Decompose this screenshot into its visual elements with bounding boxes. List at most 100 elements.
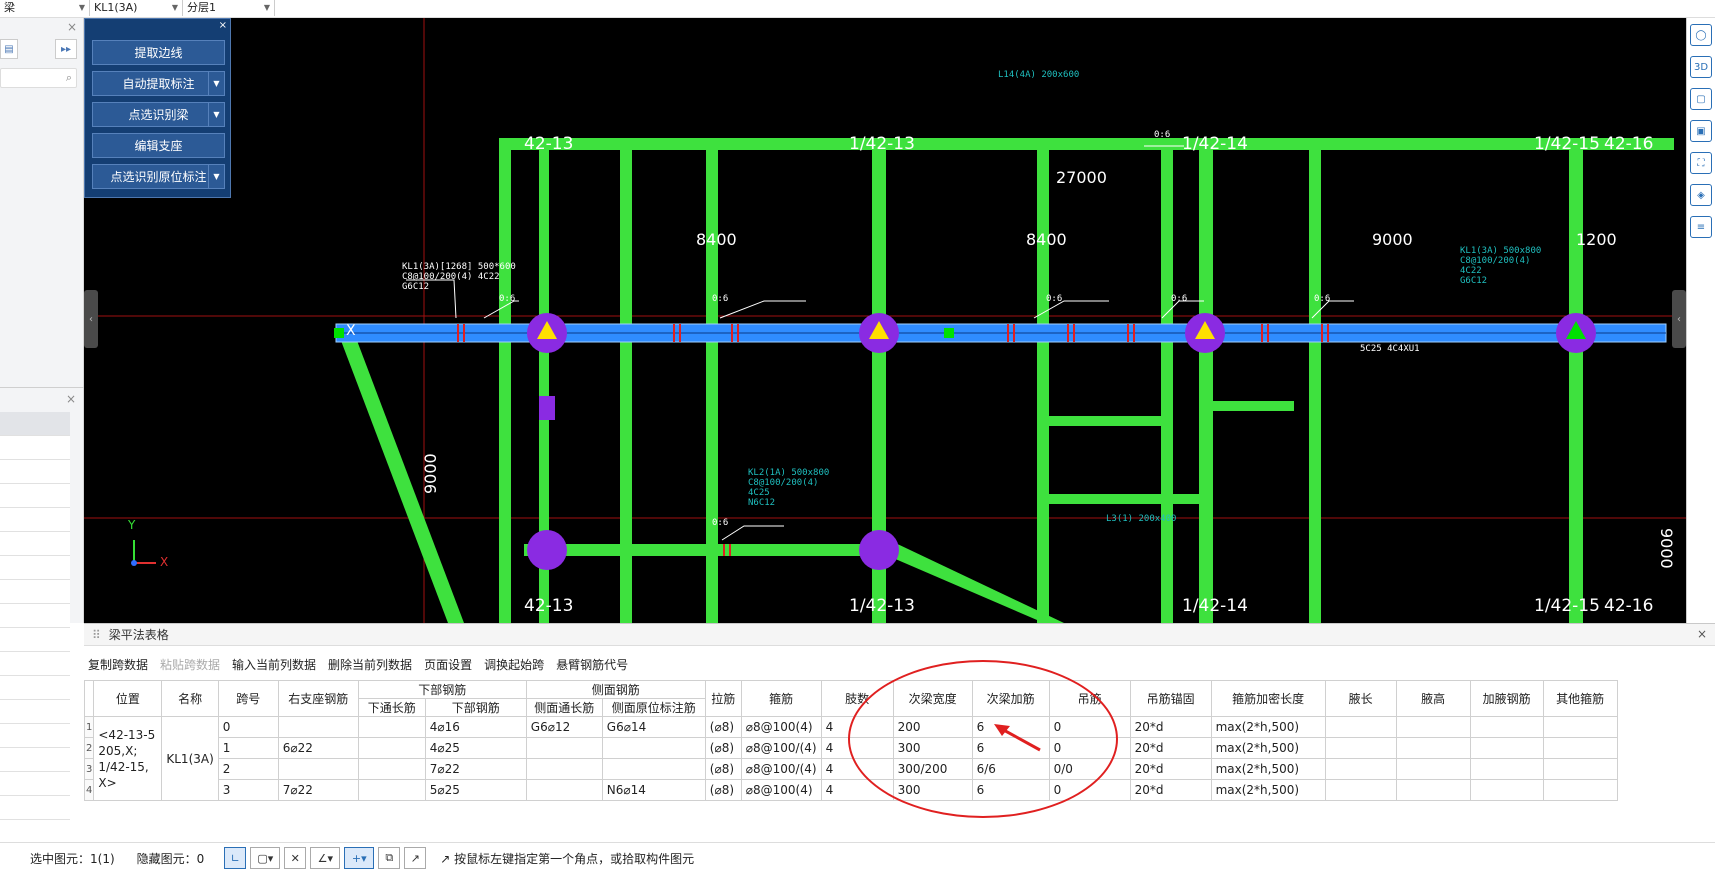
expand-right-icon[interactable]: ‹: [1672, 290, 1686, 348]
cell-dense-length[interactable]: max(2*h,500): [1210, 758, 1326, 780]
cell-span[interactable]: 1: [217, 737, 279, 759]
cell-haunch-rebar[interactable]: [1469, 758, 1544, 780]
property-row[interactable]: [0, 580, 70, 604]
close-icon[interactable]: ×: [67, 20, 77, 34]
dropdown-arrow-icon[interactable]: ▼: [208, 72, 224, 95]
pick-identify-beam-button[interactable]: 点选识别梁 ▼: [92, 102, 225, 127]
delete-column-data-button[interactable]: 删除当前列数据: [328, 656, 412, 673]
input-column-data-button[interactable]: 输入当前列数据: [232, 656, 316, 673]
cell-haunch-rebar[interactable]: [1469, 716, 1544, 738]
property-row[interactable]: [0, 412, 70, 436]
element-type-select[interactable]: 梁 ▼: [0, 0, 90, 16]
table-row[interactable]: 3 2 7⌀22 (⌀8) ⌀8@100/(4) 4 300/200 6/6 0…: [83, 758, 1618, 780]
property-row[interactable]: [0, 748, 70, 772]
cell-hanger-anchor[interactable]: 20*d: [1129, 737, 1212, 759]
cell-stirrup[interactable]: ⌀8@100/(4): [740, 758, 822, 780]
cell-position[interactable]: <42-13-5 205,X; 1/42-15, X>: [93, 716, 163, 801]
cell-haunch-length[interactable]: [1324, 758, 1397, 780]
expand-icon[interactable]: ▸▸: [55, 39, 77, 59]
cell-legs[interactable]: 4: [820, 737, 894, 759]
property-row[interactable]: [0, 532, 70, 556]
dropdown-arrow-icon[interactable]: ▼: [208, 103, 224, 126]
cantilever-rebar-code-button[interactable]: 悬臂钢筋代号: [556, 656, 628, 673]
property-row[interactable]: [0, 724, 70, 748]
cell-dense-length[interactable]: max(2*h,500): [1210, 737, 1326, 759]
element-name-select[interactable]: KL1(3A) ▼: [90, 0, 183, 16]
cell-hanger-anchor[interactable]: 20*d: [1129, 758, 1212, 780]
cell-sec-width[interactable]: 200: [892, 716, 973, 738]
cross-select-icon[interactable]: ✕: [284, 847, 307, 869]
fit-view-icon[interactable]: ⛶: [1690, 152, 1712, 174]
table-row[interactable]: 4 3 7⌀22 5⌀25 N6⌀14 (⌀8) ⌀8@100(4) 4 300…: [83, 779, 1618, 801]
expand-left-icon[interactable]: ‹: [84, 290, 98, 348]
property-row[interactable]: [0, 676, 70, 700]
cell-haunch-length[interactable]: [1324, 779, 1397, 801]
cell-stirrup[interactable]: ⌀8@100(4): [740, 779, 822, 801]
cell-bottom-rebar[interactable]: 7⌀22: [424, 758, 527, 780]
cell-sec-add[interactable]: 6/6: [971, 758, 1050, 780]
cell-tie[interactable]: (⌀8): [704, 737, 742, 759]
cube-icon[interactable]: ▢: [1690, 88, 1712, 110]
cell-span[interactable]: 2: [217, 758, 279, 780]
table-row[interactable]: 2 1 6⌀22 4⌀25 (⌀8) ⌀8@100/(4) 4 300 6 0 …: [83, 737, 1618, 759]
close-icon[interactable]: ×: [66, 392, 76, 406]
cell-dense-length[interactable]: max(2*h,500): [1210, 716, 1326, 738]
cell-haunch-height[interactable]: [1395, 737, 1471, 759]
pick-identify-original-annotation-button[interactable]: 点选识别原位标注 ▼: [92, 164, 225, 189]
cell-stirrup[interactable]: ⌀8@100/(4): [740, 737, 822, 759]
cell-legs[interactable]: 4: [820, 716, 894, 738]
cell-bottom-rebar[interactable]: 5⌀25: [424, 779, 527, 801]
angle-icon[interactable]: ∠▾: [310, 847, 341, 869]
property-view-icon[interactable]: ≡: [1690, 216, 1712, 238]
cell-hanger-anchor[interactable]: 20*d: [1129, 716, 1212, 738]
cell-name[interactable]: KL1(3A): [161, 716, 219, 801]
cell-haunch-rebar[interactable]: [1469, 737, 1544, 759]
table-row[interactable]: 1 <42-13-5 205,X; 1/42-15, X> KL1(3A) 0 …: [83, 716, 1618, 801]
cell-right-support[interactable]: [277, 716, 359, 738]
cell-tie[interactable]: (⌀8): [704, 779, 742, 801]
property-row[interactable]: [0, 556, 70, 580]
cell-span[interactable]: 3: [217, 779, 279, 801]
cell-other-stirrup[interactable]: [1542, 779, 1618, 801]
cell-haunch-height[interactable]: [1395, 779, 1471, 801]
cell-side-original[interactable]: G6⌀14: [601, 716, 706, 738]
property-row[interactable]: [0, 484, 70, 508]
cell-hanger[interactable]: 0: [1048, 779, 1131, 801]
cell-sec-add[interactable]: 6: [971, 779, 1050, 801]
cell-haunch-rebar[interactable]: [1469, 779, 1544, 801]
drag-handle-icon[interactable]: ⠿: [92, 628, 101, 642]
cell-side-original[interactable]: N6⌀14: [601, 779, 706, 801]
cell-span[interactable]: 0: [217, 716, 279, 738]
cell-sec-width[interactable]: 300: [892, 779, 973, 801]
cell-haunch-length[interactable]: [1324, 737, 1397, 759]
cell-dense-length[interactable]: max(2*h,500): [1210, 779, 1326, 801]
copy-icon[interactable]: ⧉: [378, 847, 401, 869]
cell-side-original[interactable]: [601, 737, 706, 759]
cell-side-through[interactable]: [525, 737, 603, 759]
cell-hanger[interactable]: 0: [1048, 716, 1131, 738]
property-row[interactable]: [0, 436, 70, 460]
cell-side-original[interactable]: [601, 758, 706, 780]
cell-haunch-length[interactable]: [1324, 716, 1397, 738]
cell-side-through[interactable]: [525, 779, 603, 801]
view-3d-icon[interactable]: 3D: [1690, 56, 1712, 78]
layer-tree-icon[interactable]: ▤: [0, 39, 18, 59]
cell-other-stirrup[interactable]: [1542, 758, 1618, 780]
property-row[interactable]: [0, 604, 70, 628]
cell-other-stirrup[interactable]: [1542, 716, 1618, 738]
property-row[interactable]: [0, 460, 70, 484]
cell-right-support[interactable]: 7⌀22: [277, 779, 359, 801]
cell-stirrup[interactable]: ⌀8@100(4): [740, 716, 822, 738]
search-input[interactable]: ⌕: [0, 68, 77, 88]
curve-icon[interactable]: ↗: [404, 847, 427, 869]
snap-icon[interactable]: +▾: [344, 847, 375, 869]
dropdown-arrow-icon[interactable]: ▼: [208, 165, 224, 188]
cell-bottom-through[interactable]: [357, 779, 426, 801]
property-row[interactable]: [0, 700, 70, 724]
cell-tie[interactable]: (⌀8): [704, 716, 742, 738]
cell-legs[interactable]: 4: [820, 758, 894, 780]
cell-haunch-height[interactable]: [1395, 758, 1471, 780]
cell-hanger[interactable]: 0/0: [1048, 758, 1131, 780]
cell-right-support[interactable]: [277, 758, 359, 780]
cell-sec-width[interactable]: 300/200: [892, 758, 973, 780]
